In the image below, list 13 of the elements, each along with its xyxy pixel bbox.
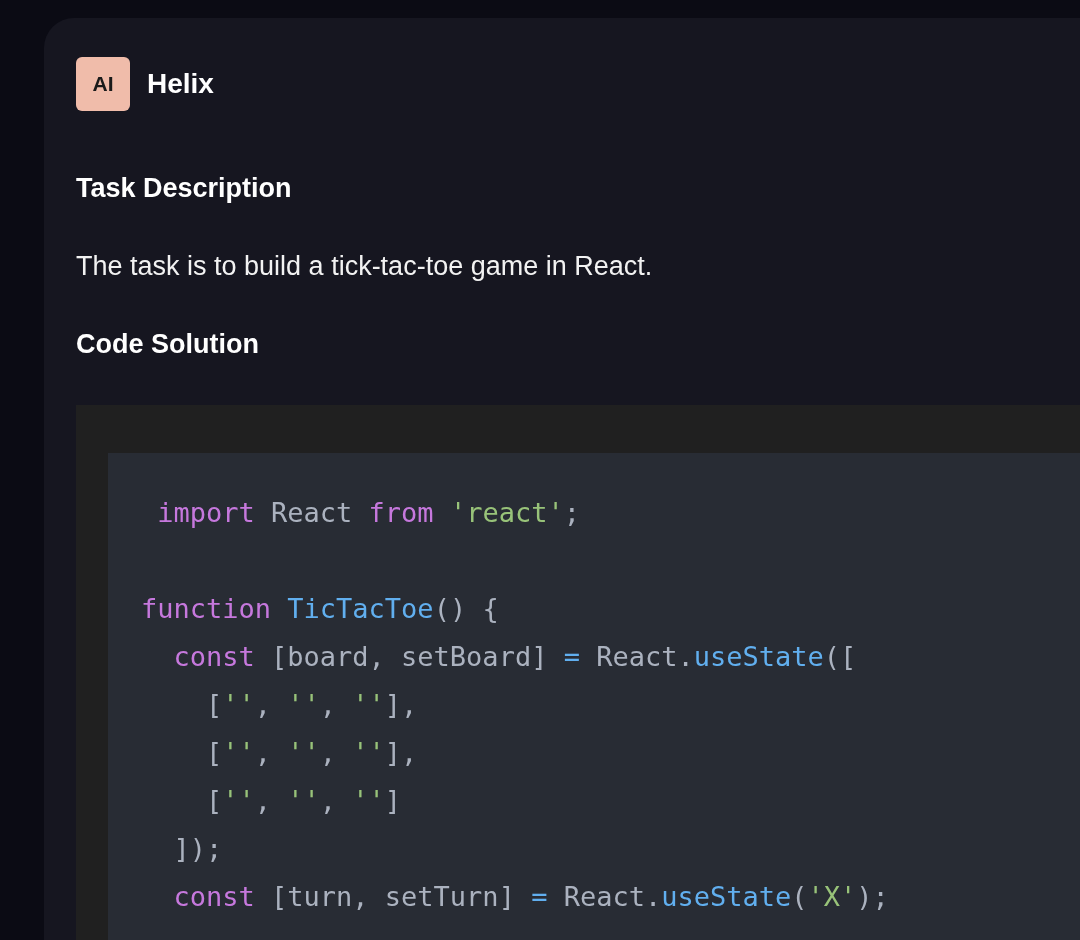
section-heading: Code Solution bbox=[76, 328, 260, 361]
code-line: ['', '', ''], bbox=[205, 736, 419, 770]
code-line: const [board, setBoard] = React.useState([ bbox=[172, 640, 858, 674]
section-heading: Task Description bbox=[76, 172, 293, 205]
paragraph: The task is to build a tick-tac-toe game in React. bbox=[76, 250, 654, 283]
code-line: ['', '', ''] bbox=[205, 784, 403, 818]
avatar: AI bbox=[76, 57, 130, 111]
author-name: Helix bbox=[147, 68, 214, 100]
code-line: const [turn, setTurn] = React.useState('X'); bbox=[172, 880, 890, 914]
code-line: ['', '', ''], bbox=[205, 688, 419, 722]
code-line: import React from 'react'; bbox=[156, 496, 581, 530]
code-line: function TicTacToe() { bbox=[141, 592, 500, 626]
code-line: ]); bbox=[172, 832, 224, 866]
